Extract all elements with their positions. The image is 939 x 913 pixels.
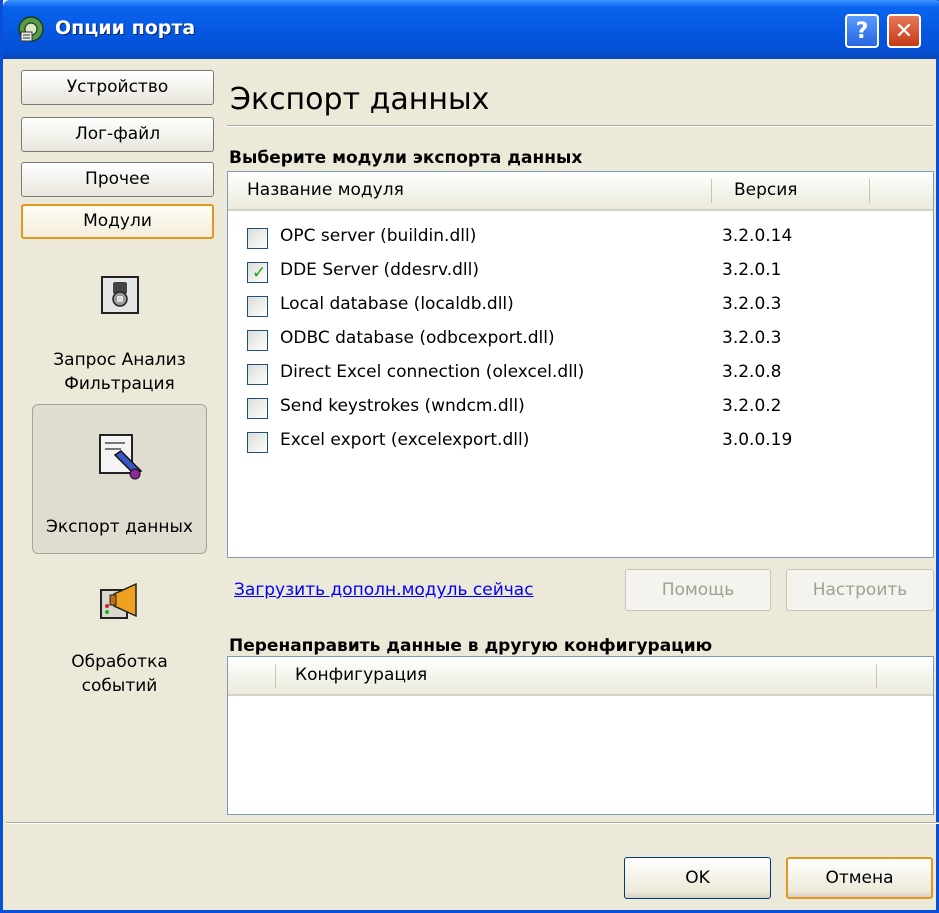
module-version: 3.0.0.19: [722, 430, 793, 450]
data-export-icon: [98, 434, 142, 480]
module-row[interactable]: ODBC database (odbcexport.dll) 3.2.0.3: [228, 324, 933, 358]
category-query-filter[interactable]: Запрос Анализ Фильтрация: [32, 268, 207, 398]
ok-button[interactable]: OK: [624, 857, 771, 899]
column-divider[interactable]: [876, 664, 877, 688]
module-checkbox[interactable]: [247, 432, 268, 453]
modules-section-title: Выберите модули экспорта данных: [229, 148, 583, 168]
module-version: 3.2.0.2: [722, 396, 782, 416]
module-checkbox[interactable]: [247, 398, 268, 419]
module-row[interactable]: Excel export (excelexport.dll) 3.0.0.19: [228, 426, 933, 460]
configuration-list-header: Конфигурация: [228, 657, 933, 696]
column-module-name[interactable]: Название модуля: [247, 172, 404, 209]
help-button[interactable]: Помощь: [625, 569, 771, 611]
query-filter-icon: [100, 276, 139, 314]
column-divider[interactable]: [275, 664, 276, 688]
column-version[interactable]: Версия: [734, 172, 798, 209]
module-version: 3.2.0.14: [722, 226, 793, 246]
nav-logfile-button[interactable]: Лог-файл: [21, 117, 214, 152]
help-title-button[interactable]: ?: [845, 14, 879, 48]
category-data-export-label: Экспорт данных: [46, 517, 193, 537]
module-version: 3.2.0.3: [722, 294, 782, 314]
nav-device-button[interactable]: Устройство: [21, 70, 214, 105]
nav-modules-button[interactable]: Модули: [21, 204, 214, 239]
checkmark-icon: ✓: [252, 263, 267, 283]
module-version: 3.2.0.3: [722, 328, 782, 348]
window-title: Опции порта: [55, 17, 196, 39]
module-checkbox[interactable]: ✓: [247, 262, 268, 283]
category-data-export[interactable]: Экспорт данных: [32, 404, 207, 554]
module-name: Local database (localdb.dll): [280, 294, 514, 314]
module-version: 3.2.0.1: [722, 260, 782, 280]
module-checkbox[interactable]: [247, 228, 268, 249]
column-divider[interactable]: [869, 179, 870, 203]
column-divider[interactable]: [711, 179, 712, 203]
module-row[interactable]: OPC server (buildin.dll) 3.2.0.14: [228, 222, 933, 256]
title-divider: [227, 125, 933, 127]
nav-other-button[interactable]: Прочее: [21, 162, 214, 197]
column-configuration[interactable]: Конфигурация: [295, 657, 427, 694]
module-row[interactable]: ✓ DDE Server (ddesrv.dll) 3.2.0.1: [228, 256, 933, 290]
page-title: Экспорт данных: [230, 82, 490, 117]
close-title-button[interactable]: ✕: [887, 14, 921, 48]
cancel-button[interactable]: Отмена: [786, 857, 933, 899]
module-checkbox[interactable]: [247, 296, 268, 317]
question-icon: ?: [855, 18, 869, 44]
module-name: OPC server (buildin.dll): [280, 226, 477, 246]
module-name: Send keystrokes (wndcm.dll): [280, 396, 525, 416]
redirect-section-title: Перенаправить данные в другую конфигурац…: [229, 636, 713, 656]
module-checkbox[interactable]: [247, 330, 268, 351]
module-row[interactable]: Send keystrokes (wndcm.dll) 3.2.0.2: [228, 392, 933, 426]
configure-button[interactable]: Настроить: [786, 569, 934, 611]
footer-divider: [6, 822, 939, 824]
category-query-filter-label: Запрос Анализ Фильтрация: [53, 350, 186, 394]
module-row[interactable]: Local database (localdb.dll) 3.2.0.3: [228, 290, 933, 324]
category-event-processing-label: Обработка событий: [71, 652, 168, 696]
modules-list[interactable]: Название модуля Версия OPC server (build…: [227, 171, 934, 558]
modules-list-header: Название модуля Версия: [228, 172, 933, 211]
module-row[interactable]: Direct Excel connection (olexcel.dll) 3.…: [228, 358, 933, 392]
category-event-processing[interactable]: Обработка событий: [32, 574, 207, 704]
port-options-dialog: Опции порта ? ✕ Устройство Лог-файл Проч…: [0, 0, 939, 913]
load-module-link[interactable]: Загрузить дополн.модуль сейчас: [234, 580, 534, 600]
module-name: ODBC database (odbcexport.dll): [280, 328, 555, 348]
event-processing-icon: [99, 582, 137, 619]
title-bar[interactable]: Опции порта ? ✕: [3, 0, 939, 59]
module-name: Direct Excel connection (olexcel.dll): [280, 362, 585, 382]
module-version: 3.2.0.8: [722, 362, 782, 382]
module-name: DDE Server (ddesrv.dll): [280, 260, 480, 280]
module-name: Excel export (excelexport.dll): [280, 430, 530, 450]
port-options-icon: [18, 16, 44, 42]
module-checkbox[interactable]: [247, 364, 268, 385]
configuration-list[interactable]: Конфигурация: [227, 656, 934, 815]
close-icon: ✕: [894, 18, 914, 44]
